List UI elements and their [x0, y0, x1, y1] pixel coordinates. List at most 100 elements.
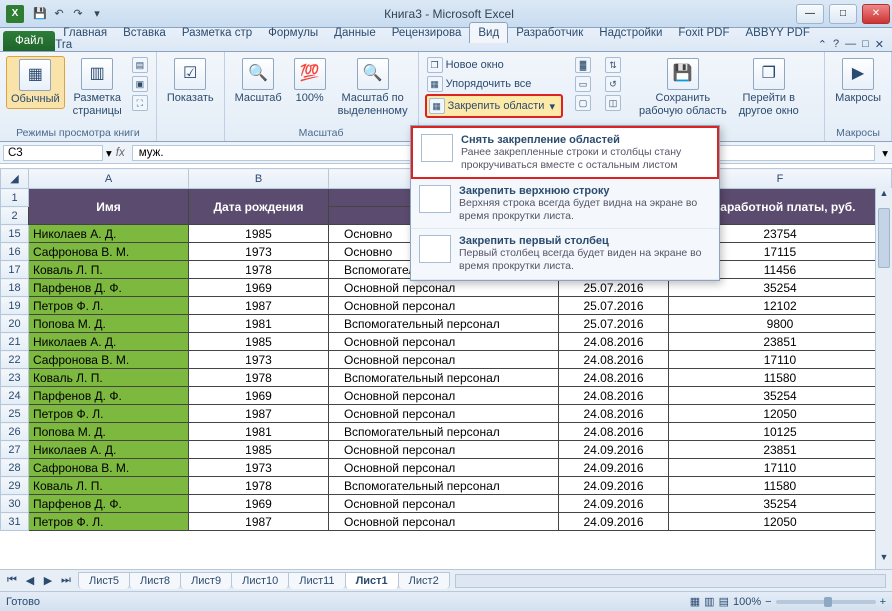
cell[interactable]: Петров Ф. Л. [29, 297, 189, 315]
cell[interactable]: 1985 [189, 441, 329, 459]
cell[interactable]: Коваль Л. П. [29, 477, 189, 495]
cell[interactable]: 24.09.2016 [559, 441, 669, 459]
fx-label[interactable]: fx [112, 147, 129, 159]
cell[interactable]: Сафронова В. М. [29, 243, 189, 261]
macros-button[interactable]: ▶ Макросы [831, 56, 885, 107]
cell[interactable]: Парфенов Д. Ф. [29, 279, 189, 297]
doc-close-icon[interactable]: ✕ [875, 38, 884, 51]
new-window-button[interactable]: ❐Новое окно [425, 56, 563, 74]
view-normal-icon[interactable]: ▦ [690, 595, 700, 608]
cell[interactable]: 24.09.2016 [559, 477, 669, 495]
cell[interactable]: Петров Ф. Л. [29, 405, 189, 423]
row-header[interactable]: 28 [1, 459, 29, 477]
zoom-level[interactable]: 100% [733, 596, 761, 608]
cell[interactable]: 35254 [669, 387, 892, 405]
row-header[interactable]: 18 [1, 279, 29, 297]
cell[interactable]: 24.08.2016 [559, 387, 669, 405]
cell[interactable]: Николаев А. Д. [29, 441, 189, 459]
cell[interactable]: 1978 [189, 261, 329, 279]
row-header[interactable]: 27 [1, 441, 29, 459]
ribbon-tab[interactable]: Данные [326, 23, 384, 43]
cell[interactable]: 24.08.2016 [559, 423, 669, 441]
row-header[interactable]: 16 [1, 243, 29, 261]
cell[interactable]: 24.08.2016 [559, 405, 669, 423]
horizontal-scrollbar[interactable] [455, 574, 886, 588]
freeze-panes-button[interactable]: ▦Закрепить области▾ [425, 94, 563, 118]
arrange-all-button[interactable]: ▦Упорядочить все [425, 75, 563, 93]
cell[interactable]: 1973 [189, 243, 329, 261]
table-row[interactable]: 27Николаев А. Д.1985Основной персонал24.… [1, 441, 892, 459]
cell[interactable]: 1987 [189, 297, 329, 315]
ribbon-tab[interactable]: Вставка [115, 23, 174, 43]
cell[interactable]: 25.07.2016 [559, 297, 669, 315]
cell[interactable]: Вспомогательный персонал [329, 369, 559, 387]
ribbon-tab[interactable]: Вид [469, 22, 508, 43]
hide-button[interactable]: ▭ [573, 75, 593, 93]
cell[interactable]: 24.08.2016 [559, 333, 669, 351]
column-header[interactable]: B [189, 169, 329, 189]
cell[interactable]: 35254 [669, 279, 892, 297]
freeze-dropdown-item[interactable]: Закрепить верхнюю строкуВерхняя строка в… [411, 179, 719, 229]
cell[interactable]: 23851 [669, 333, 892, 351]
cell[interactable]: Основной персонал [329, 387, 559, 405]
redo-icon[interactable]: ↷ [70, 6, 86, 22]
table-row[interactable]: 26Попова М. Д.1981Вспомогательный персон… [1, 423, 892, 441]
row-header[interactable]: 20 [1, 315, 29, 333]
row-header[interactable]: 17 [1, 261, 29, 279]
cell[interactable]: Попова М. Д. [29, 423, 189, 441]
table-row[interactable]: 21Николаев А. Д.1985Основной персонал24.… [1, 333, 892, 351]
show-button[interactable]: ☑ Показать [163, 56, 218, 107]
name-box[interactable]: C3 [3, 145, 103, 161]
sheet-tab[interactable]: Лист5 [78, 572, 130, 589]
ribbon-tab[interactable]: Формулы [260, 23, 326, 43]
row-header[interactable]: 24 [1, 387, 29, 405]
cell[interactable]: 1981 [189, 423, 329, 441]
cell[interactable]: Вспомогательный персонал [329, 477, 559, 495]
fullscreen-button[interactable]: ⛶ [130, 94, 150, 112]
table-row[interactable]: 25Петров Ф. Л.1987Основной персонал24.08… [1, 405, 892, 423]
unhide-button[interactable]: ▢ [573, 94, 593, 112]
ribbon-tab[interactable]: Разметка стр [174, 23, 260, 43]
cell[interactable]: Николаев А. Д. [29, 225, 189, 243]
cell[interactable]: 10125 [669, 423, 892, 441]
cell[interactable]: 17110 [669, 351, 892, 369]
row-header[interactable]: 25 [1, 405, 29, 423]
cell[interactable]: 24.09.2016 [559, 459, 669, 477]
cell[interactable]: 1969 [189, 387, 329, 405]
cell[interactable]: Основной персонал [329, 495, 559, 513]
cell[interactable]: 1981 [189, 315, 329, 333]
cell[interactable]: Основной персонал [329, 351, 559, 369]
pagebreak-preview-button[interactable]: ▤ [130, 56, 150, 74]
side-by-side-button[interactable]: ◫ [603, 94, 623, 112]
minimize-button[interactable]: — [796, 4, 824, 24]
help-icon[interactable]: ? [833, 38, 839, 51]
zoom-button[interactable]: 🔍 Масштаб [231, 56, 286, 107]
cell[interactable]: Основной персонал [329, 297, 559, 315]
cell[interactable]: 35254 [669, 495, 892, 513]
save-icon[interactable]: 💾 [32, 6, 48, 22]
table-row[interactable]: 22Сафронова В. М.1973Основной персонал24… [1, 351, 892, 369]
page-layout-button[interactable]: ▥ Разметка страницы [69, 56, 126, 119]
cell[interactable]: 25.07.2016 [559, 315, 669, 333]
cell[interactable]: Николаев А. Д. [29, 333, 189, 351]
sheet-nav-last-icon[interactable]: ⏭ [58, 574, 74, 587]
maximize-button[interactable]: □ [829, 4, 857, 24]
freeze-dropdown-item[interactable]: Закрепить первый столбецПервый столбец в… [411, 229, 719, 279]
row-header[interactable]: 19 [1, 297, 29, 315]
formula-expand-icon[interactable]: ▾ [878, 146, 892, 160]
cell[interactable]: 23851 [669, 441, 892, 459]
cell[interactable]: Попова М. Д. [29, 315, 189, 333]
cell[interactable]: 12050 [669, 513, 892, 531]
cell[interactable]: Петров Ф. Л. [29, 513, 189, 531]
qat-dropdown-icon[interactable]: ▾ [89, 6, 105, 22]
table-row[interactable]: 29Коваль Л. П.1978Вспомогательный персон… [1, 477, 892, 495]
cell[interactable]: 24.09.2016 [559, 495, 669, 513]
cell[interactable]: Основной персонал [329, 459, 559, 477]
minimize-ribbon-icon[interactable]: ⌃ [818, 38, 827, 51]
file-tab[interactable]: Файл [3, 31, 55, 51]
row-header[interactable]: 2 [1, 207, 29, 225]
cell[interactable]: 1985 [189, 333, 329, 351]
cell[interactable]: 1978 [189, 477, 329, 495]
save-workspace-button[interactable]: 💾 Сохранить рабочую область [635, 56, 731, 119]
cell[interactable]: 12050 [669, 405, 892, 423]
